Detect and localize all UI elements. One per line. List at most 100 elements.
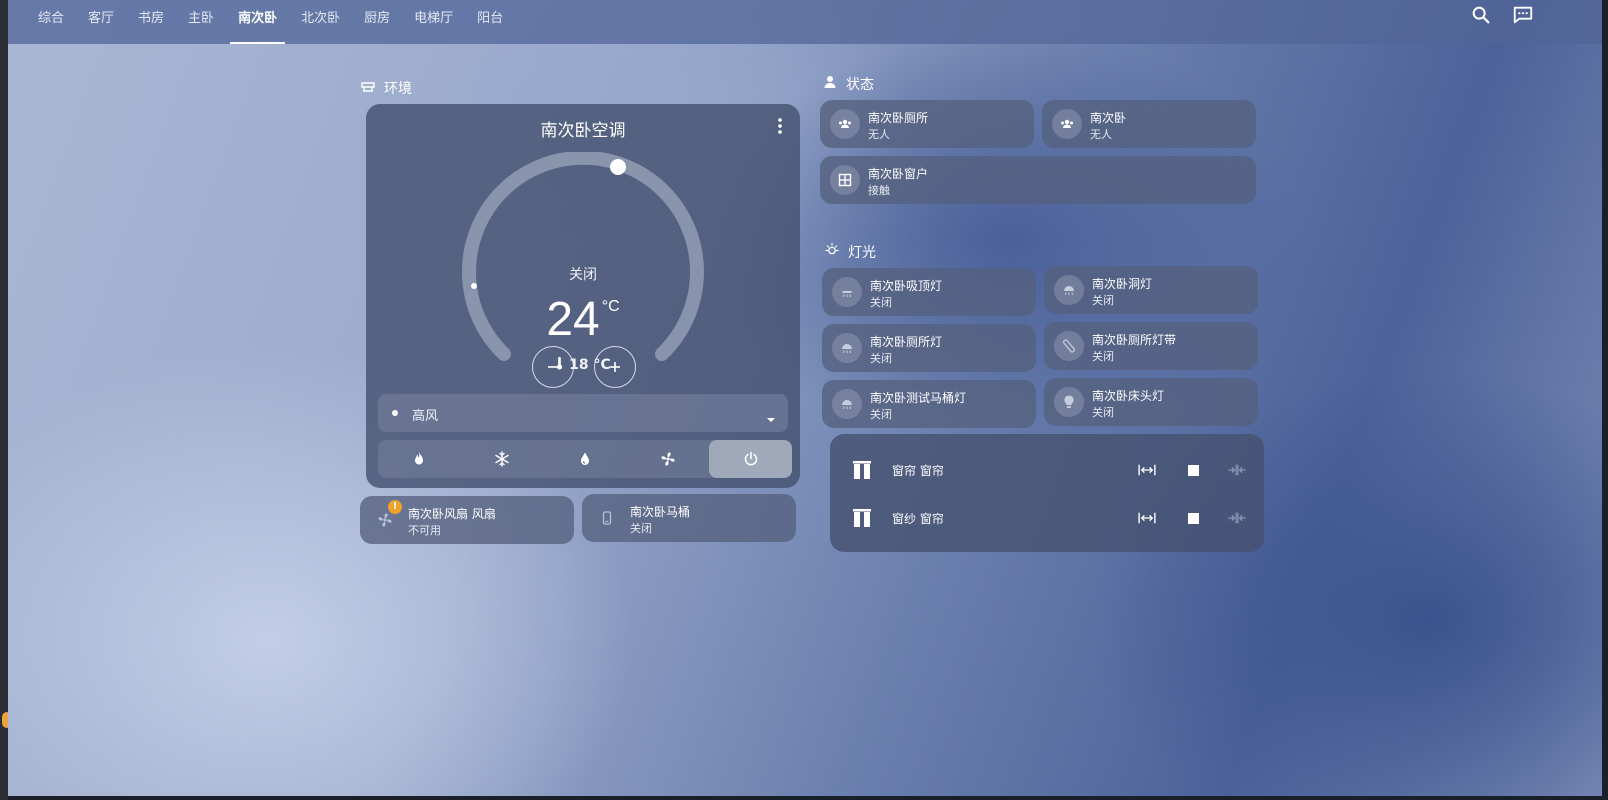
toilet-tile-state: 关闭 [630, 522, 652, 535]
arrow-collapse-horizontal-icon [1228, 464, 1246, 476]
led-strip-icon [1054, 331, 1084, 361]
light-tile-ceiling-name: 南次卧吸顶灯 [870, 279, 943, 293]
arrow-collapse-horizontal-icon [1228, 512, 1246, 524]
tab-study[interactable]: 书房 [130, 0, 172, 44]
light-tile-toilet-test-state: 关闭 [870, 408, 892, 421]
curtain-icon [852, 460, 872, 480]
stop-cover-button[interactable] [1182, 460, 1204, 480]
tab-overview[interactable]: 综合 [30, 0, 72, 44]
increase-temp-button[interactable] [594, 346, 636, 388]
decrease-temp-button[interactable] [532, 346, 574, 388]
open-cover-button[interactable] [1136, 508, 1158, 528]
power-mode-button[interactable] [709, 440, 792, 478]
light-tile-ceiling[interactable]: 南次卧吸顶灯 关闭 [822, 268, 1036, 316]
cool-mode-button[interactable] [461, 440, 544, 478]
chat-icon[interactable] [1512, 4, 1534, 26]
cover-curtain-name: 窗帘 窗帘 [892, 464, 944, 478]
status-tile-window-name: 南次卧窗户 [868, 167, 929, 181]
light-tile-bedside-state: 关闭 [1092, 406, 1114, 419]
power-icon [744, 451, 757, 466]
open-cover-button[interactable] [1136, 460, 1158, 480]
fan-mode-value: 高风 [412, 409, 439, 424]
status-tile-window-state: 接触 [868, 184, 890, 197]
status-tile-bedroom[interactable]: 南次卧 无人 [1042, 100, 1256, 148]
status-tile-bathroom-state: 无人 [868, 128, 890, 141]
light-tile-led-strip-name: 南次卧厕所灯带 [1092, 333, 1177, 347]
fan-mode-button[interactable] [626, 440, 709, 478]
environment-section-title: 环境 [360, 78, 412, 98]
light-tile-toilet-test[interactable]: 南次卧测试马桶灯 关闭 [822, 380, 1036, 428]
fan-tile[interactable]: ! 南次卧风扇 风扇 不可用 [360, 496, 574, 544]
toilet-tile-name: 南次卧马桶 [630, 505, 691, 519]
dry-mode-button[interactable] [544, 440, 627, 478]
bulb-icon [1054, 387, 1084, 417]
cool-icon [495, 451, 509, 467]
status-title-text: 状态 [846, 77, 874, 93]
tab-living-room[interactable]: 客厅 [80, 0, 122, 44]
close-cover-button[interactable] [1226, 460, 1248, 480]
light-tile-downlight[interactable]: 南次卧洞灯 关闭 [1044, 266, 1258, 314]
toilet-icon [592, 503, 622, 533]
more-vert-icon[interactable] [774, 116, 786, 136]
hvac-mode-bar [378, 440, 792, 478]
light-tile-downlight-name: 南次卧洞灯 [1092, 277, 1153, 291]
fan-mode-select[interactable]: 高风 [378, 394, 788, 432]
status-tile-bedroom-name: 南次卧 [1090, 111, 1127, 125]
tab-elevator-hall[interactable]: 电梯厅 [406, 0, 461, 44]
arrow-expand-horizontal-icon [1138, 512, 1156, 524]
window-icon [830, 165, 860, 195]
lights-section-title: 灯光 [824, 242, 876, 262]
view-tabs: 综合 客厅 书房 主卧 南次卧 北次卧 厨房 电梯厅 阳台 [30, 0, 519, 44]
hvac-state: 关闭 [569, 267, 597, 283]
downlight-icon [832, 389, 862, 419]
tab-master-bedroom[interactable]: 主卧 [180, 0, 222, 44]
stop-icon [1187, 512, 1199, 524]
tab-north-bedroom[interactable]: 北次卧 [293, 0, 348, 44]
ceiling-light-icon [832, 277, 862, 307]
stop-cover-button[interactable] [1182, 508, 1204, 528]
tab-kitchen[interactable]: 厨房 [356, 0, 398, 44]
search-icon[interactable] [1470, 4, 1492, 26]
fan-icon [661, 452, 675, 466]
status-tile-window[interactable]: 南次卧窗户 接触 [820, 156, 1256, 204]
person-icon [822, 74, 838, 94]
fan-mode-dot-icon [392, 410, 398, 416]
light-tile-bathroom-name: 南次卧厕所灯 [870, 335, 943, 349]
light-tile-led-strip[interactable]: 南次卧厕所灯带 关闭 [1044, 322, 1258, 370]
plus-icon [610, 362, 620, 372]
caret-down-icon [766, 409, 776, 422]
curtain-icon [852, 508, 872, 528]
fan-tile-state: 不可用 [408, 524, 441, 537]
climate-card: 南次卧空调 关闭 24 °C 18 °C 高风 [366, 104, 800, 488]
status-section-title: 状态 [822, 74, 874, 94]
light-tile-led-strip-state: 关闭 [1092, 350, 1114, 363]
light-tile-bathroom-state: 关闭 [870, 352, 892, 365]
target-handle[interactable] [610, 159, 626, 175]
climate-name: 南次卧空调 [540, 121, 626, 141]
fan-tile-name: 南次卧风扇 风扇 [408, 507, 496, 521]
close-cover-button[interactable] [1226, 508, 1248, 528]
light-tile-downlight-state: 关闭 [1092, 294, 1114, 307]
people-icon [830, 109, 860, 139]
environment-title-text: 环境 [384, 81, 412, 97]
heat-icon [415, 452, 424, 465]
status-tile-bedroom-state: 无人 [1090, 128, 1112, 141]
light-tile-bedside[interactable]: 南次卧床头灯 关闭 [1044, 378, 1258, 426]
light-tile-bathroom[interactable]: 南次卧厕所灯 关闭 [822, 324, 1036, 372]
downlight-icon [1054, 275, 1084, 305]
cover-row-sheer: 窗纱 窗帘 [830, 498, 1264, 538]
light-tile-toilet-test-name: 南次卧测试马桶灯 [870, 391, 967, 405]
temperature-dial[interactable]: 关闭 24 °C 18 °C [462, 152, 704, 373]
lightbulb-outline-icon [824, 242, 840, 262]
heat-mode-button[interactable] [378, 440, 461, 478]
status-tile-bathroom[interactable]: 南次卧厕所 无人 [820, 100, 1034, 148]
people-icon [1052, 109, 1082, 139]
light-tile-bedside-name: 南次卧床头灯 [1092, 389, 1165, 403]
dashboard-screen: 综合 客厅 书房 主卧 南次卧 北次卧 厨房 电梯厅 阳台 环境 南次卧空调 关… [8, 0, 1602, 796]
cover-row-curtain: 窗帘 窗帘 [830, 450, 1264, 490]
tab-balcony[interactable]: 阳台 [469, 0, 511, 44]
tab-south-bedroom[interactable]: 南次卧 [230, 0, 286, 44]
current-temperature: 18 °C [462, 356, 704, 373]
light-tile-ceiling-state: 关闭 [870, 296, 892, 309]
toilet-tile[interactable]: 南次卧马桶 关闭 [582, 494, 796, 542]
